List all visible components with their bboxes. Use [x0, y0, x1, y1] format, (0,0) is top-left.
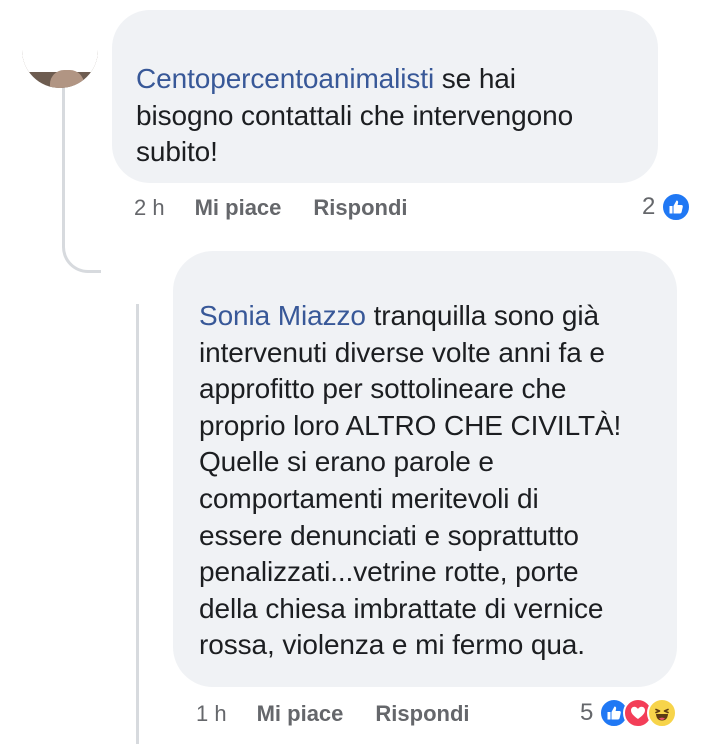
comment-text-line: bisogno contattali che intervengono: [136, 99, 574, 131]
reply-meta: 1 h Mi piace Rispondi: [196, 701, 502, 727]
reaction-summary[interactable]: 2: [642, 192, 692, 222]
comment-timestamp[interactable]: 1 h: [196, 701, 227, 727]
like-button[interactable]: Mi piace: [257, 701, 344, 727]
comment-text: Sonia Miazzo tranquilla sono già interven…: [199, 298, 621, 664]
comment-text-line: approfitto per sottolineare che: [199, 373, 567, 405]
comment-text-line: se hai: [434, 63, 516, 94]
comment-text-line: essere denunciati e soprattutto: [199, 519, 579, 551]
reply-thread-line: [136, 304, 139, 744]
haha-icon: [647, 698, 678, 728]
reaction-count: 5: [580, 699, 594, 726]
comment-text-line: rossa, violenza e mi fermo qua.: [199, 629, 585, 661]
reaction-count: 2: [642, 193, 656, 220]
comment-author-link[interactable]: Centopercentoanimalisti: [136, 63, 434, 94]
comment-text-line: tranquilla sono già: [365, 300, 599, 331]
reaction-summary[interactable]: 5: [580, 698, 678, 728]
comment-text-line: intervenuti diverse volte anni fa e: [199, 336, 605, 368]
comment-meta: 2 h Mi piace Rispondi: [134, 195, 440, 221]
thread-connector-line: [62, 86, 101, 273]
comment-text-line: della chiesa imbrattate di vernice: [199, 592, 604, 624]
comment-text-line: Quelle si erano parole e: [199, 446, 494, 478]
comment-author-link[interactable]: Sonia Miazzo: [199, 300, 366, 331]
like-icon: [661, 192, 692, 222]
avatar[interactable]: [22, 42, 98, 88]
comment-timestamp[interactable]: 2 h: [134, 195, 165, 221]
reply-bubble: Sonia Miazzo tranquilla sono già interven…: [173, 251, 677, 687]
comment-text: Centopercentoanimalisti se hai bisogno co…: [136, 61, 573, 171]
comment-text-line: penalizzati...vetrine rotte, porte: [199, 556, 579, 588]
comment-bubble: Centopercentoanimalisti se hai bisogno co…: [112, 10, 658, 183]
like-button[interactable]: Mi piace: [195, 195, 282, 221]
comment-text-line: subito!: [136, 136, 218, 168]
comment-text-line: proprio loro ALTRO CHE CIVILTÀ!: [199, 409, 622, 441]
comment-text-line: comportamenti meritevoli di: [199, 482, 539, 514]
reply-button[interactable]: Rispondi: [375, 701, 469, 727]
reply-button[interactable]: Rispondi: [313, 195, 407, 221]
